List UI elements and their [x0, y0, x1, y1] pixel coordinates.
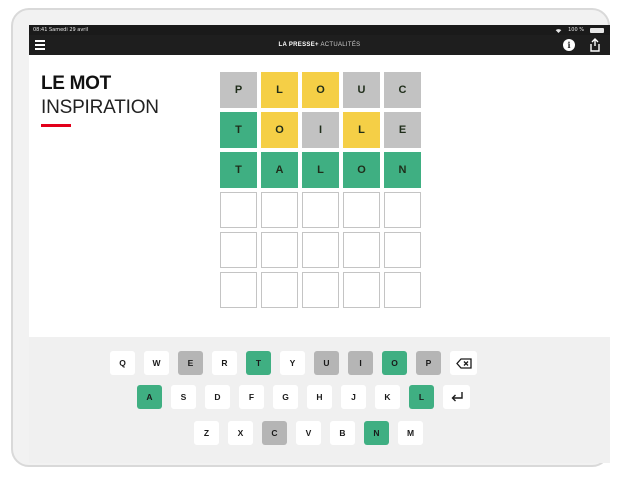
status-time: 08:41 Samedi 29 avril	[33, 27, 89, 33]
app-screen: 08:41 Samedi 29 avril 100 % LA PRESSE+ A…	[29, 25, 610, 463]
grid-tile-empty	[261, 272, 298, 308]
key-m[interactable]: M	[398, 421, 423, 445]
key-n[interactable]: N	[364, 421, 389, 445]
grid-tile: A	[261, 152, 298, 188]
grid-tile-empty	[302, 232, 339, 268]
grid-row	[220, 192, 421, 228]
grid-tile: O	[343, 152, 380, 188]
grid-tile: O	[261, 112, 298, 148]
grid-tile: N	[384, 152, 421, 188]
grid-tile: O	[302, 72, 339, 108]
key-r[interactable]: R	[212, 351, 237, 375]
on-screen-keyboard: QWERTYUIOP ASDFGHJKL ZXCVBNM	[29, 337, 610, 463]
game-title-block: LE MOT INSPIRATION	[41, 73, 159, 127]
key-u[interactable]: U	[314, 351, 339, 375]
key-j[interactable]: J	[341, 385, 366, 409]
keyboard-row-1: QWERTYUIOP	[110, 351, 477, 375]
backspace-key[interactable]	[450, 351, 477, 375]
key-x[interactable]: X	[228, 421, 253, 445]
grid-tile: T	[220, 152, 257, 188]
grid-row	[220, 232, 421, 268]
key-k[interactable]: K	[375, 385, 400, 409]
enter-icon	[450, 391, 464, 403]
navbar-title: LA PRESSE+ ACTUALITÉS	[29, 35, 610, 55]
guess-grid: PLOUCTOILETALON	[220, 72, 421, 312]
grid-tile: P	[220, 72, 257, 108]
grid-tile-empty	[343, 192, 380, 228]
key-e[interactable]: E	[178, 351, 203, 375]
grid-tile-empty	[302, 272, 339, 308]
top-navbar: LA PRESSE+ ACTUALITÉS i	[29, 35, 610, 55]
grid-tile-empty	[261, 232, 298, 268]
grid-tile-empty	[343, 272, 380, 308]
grid-row: PLOUC	[220, 72, 421, 108]
key-p[interactable]: P	[416, 351, 441, 375]
grid-tile: L	[302, 152, 339, 188]
share-icon[interactable]	[589, 38, 601, 52]
battery-icon	[590, 27, 604, 33]
grid-tile-empty	[261, 192, 298, 228]
key-c[interactable]: C	[262, 421, 287, 445]
grid-tile: U	[343, 72, 380, 108]
key-l[interactable]: L	[409, 385, 434, 409]
info-icon[interactable]: i	[563, 39, 575, 51]
grid-tile-empty	[220, 272, 257, 308]
status-right: 100 %	[555, 25, 604, 35]
grid-tile-empty	[384, 192, 421, 228]
grid-row	[220, 272, 421, 308]
backspace-icon	[455, 357, 472, 369]
key-f[interactable]: F	[239, 385, 264, 409]
grid-tile: C	[384, 72, 421, 108]
grid-tile-empty	[220, 232, 257, 268]
keyboard-row-2: ASDFGHJKL	[137, 385, 470, 409]
key-z[interactable]: Z	[194, 421, 219, 445]
enter-key[interactable]	[443, 385, 470, 409]
grid-tile: T	[220, 112, 257, 148]
grid-tile-empty	[220, 192, 257, 228]
grid-tile: L	[343, 112, 380, 148]
grid-row: TOILE	[220, 112, 421, 148]
brand-logo: LA PRESSE+	[278, 42, 319, 48]
battery-percent: 100 %	[568, 27, 584, 33]
grid-tile-empty	[384, 232, 421, 268]
key-i[interactable]: I	[348, 351, 373, 375]
key-o[interactable]: O	[382, 351, 407, 375]
key-a[interactable]: A	[137, 385, 162, 409]
grid-row: TALON	[220, 152, 421, 188]
key-s[interactable]: S	[171, 385, 196, 409]
key-v[interactable]: V	[296, 421, 321, 445]
key-t[interactable]: T	[246, 351, 271, 375]
key-b[interactable]: B	[330, 421, 355, 445]
grid-tile-empty	[302, 192, 339, 228]
key-y[interactable]: Y	[280, 351, 305, 375]
wifi-icon	[555, 28, 562, 33]
grid-tile: L	[261, 72, 298, 108]
grid-tile: I	[302, 112, 339, 148]
key-g[interactable]: G	[273, 385, 298, 409]
section-label: ACTUALITÉS	[320, 42, 361, 48]
title-accent-rule	[41, 124, 71, 127]
game-subtitle: INSPIRATION	[41, 97, 159, 118]
key-q[interactable]: Q	[110, 351, 135, 375]
keyboard-row-3: ZXCVBNM	[194, 421, 423, 445]
grid-tile: E	[384, 112, 421, 148]
key-h[interactable]: H	[307, 385, 332, 409]
grid-tile-empty	[384, 272, 421, 308]
status-bar: 08:41 Samedi 29 avril 100 %	[29, 25, 610, 35]
key-w[interactable]: W	[144, 351, 169, 375]
grid-tile-empty	[343, 232, 380, 268]
key-d[interactable]: D	[205, 385, 230, 409]
game-title: LE MOT	[41, 73, 111, 94]
